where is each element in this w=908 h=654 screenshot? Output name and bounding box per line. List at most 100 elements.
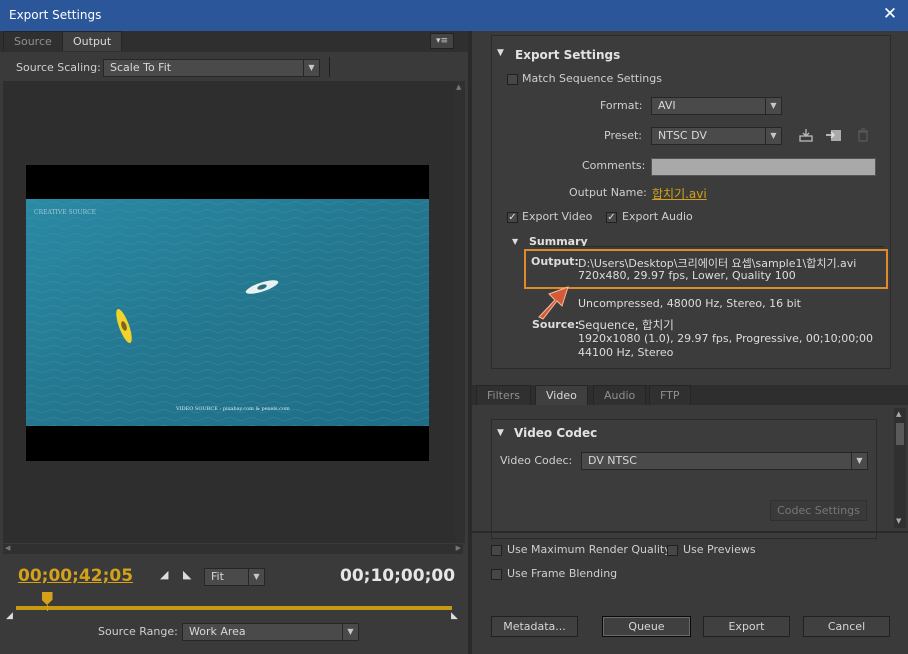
close-icon[interactable]: ✕ (880, 4, 900, 24)
toolbar-divider (329, 57, 330, 77)
scroll-up-icon[interactable]: ▲ (456, 83, 461, 91)
output-audio-summary: Uncompressed, 48000 Hz, Stereo, 16 bit (578, 297, 801, 310)
format-dropdown[interactable]: AVI ▼ (651, 97, 782, 115)
sea-ripples (26, 199, 429, 426)
video-credit: VIDEO SOURCE : pixabay.com & pexels.com (176, 406, 290, 412)
output-name-label: Output Name: (569, 186, 647, 199)
zoom-dropdown[interactable]: Fit ▼ (204, 568, 265, 586)
preview-vertical-scrollbar[interactable]: ▲ (455, 81, 465, 543)
summary-collapse-icon[interactable]: ▼ (512, 237, 518, 246)
comments-field[interactable] (651, 158, 876, 176)
set-out-point-icon[interactable]: ◣ (183, 568, 191, 581)
save-preset-icon[interactable] (798, 128, 814, 142)
preview-tabbar: Source Output ▾≡ (0, 31, 468, 52)
tab-output[interactable]: Output (62, 31, 123, 51)
video-codec-label: Video Codec: (500, 454, 573, 467)
tab-ftp[interactable]: FTP (649, 385, 691, 405)
in-point-marker-icon[interactable]: ◢ (6, 611, 13, 621)
preview-horizontal-scrollbar[interactable]: ◀ ▶ (3, 544, 463, 554)
format-value: AVI (658, 99, 676, 112)
source-scaling-value: Scale To Fit (110, 61, 172, 74)
options-divider (472, 531, 908, 533)
tab-source[interactable]: Source (3, 31, 63, 51)
playhead-handle[interactable] (41, 592, 53, 605)
preset-label: Preset: (604, 129, 643, 142)
chevron-down-icon: ▼ (303, 60, 319, 76)
out-point-marker-icon[interactable]: ◣ (451, 611, 458, 621)
frame-blending-label: Use Frame Blending (507, 567, 618, 580)
use-previews-label: Use Previews (683, 543, 756, 556)
export-audio-label: Export Audio (622, 210, 693, 223)
annotation-arrow-icon (538, 286, 569, 320)
summary-divider (534, 246, 884, 247)
source-video-summary: 1920x1080 (1.0), 29.97 fps, Progressive,… (578, 332, 874, 345)
panel-menu-icon[interactable]: ▾≡ (430, 33, 454, 49)
collapse-triangle-icon[interactable]: ▼ (497, 48, 504, 58)
chevron-down-icon: ▼ (248, 569, 264, 585)
video-codec-value: DV NTSC (588, 454, 637, 467)
max-render-quality-checkbox[interactable] (491, 545, 502, 556)
lower-tabbar: Filters Video Audio FTP (472, 385, 908, 405)
video-codec-dropdown[interactable]: DV NTSC ▼ (581, 452, 868, 470)
comments-label: Comments: (582, 159, 646, 172)
source-scaling-label: Source Scaling: (16, 61, 101, 74)
format-label: Format: (600, 99, 643, 112)
output-key: Output: (531, 255, 579, 268)
export-video-label: Export Video (522, 210, 593, 223)
match-sequence-checkbox[interactable] (507, 74, 518, 85)
queue-button[interactable]: Queue (602, 616, 691, 637)
video-codec-header: Video Codec (514, 426, 598, 440)
chevron-down-icon: ▼ (851, 453, 867, 469)
chevron-down-icon: ▼ (765, 98, 781, 114)
codec-settings-button[interactable]: Codec Settings (770, 500, 867, 521)
match-sequence-label: Match Sequence Settings (522, 72, 662, 85)
video-image-svg (26, 199, 429, 426)
set-in-point-icon[interactable]: ◢ (160, 568, 168, 581)
tab-filters[interactable]: Filters (476, 385, 531, 405)
chevron-down-icon: ▼ (342, 624, 358, 640)
export-audio-checkbox[interactable]: ✓ (606, 212, 617, 223)
chevron-down-icon: ▼ (765, 128, 781, 144)
export-button[interactable]: Export (703, 616, 790, 637)
video-codec-collapse-icon[interactable]: ▼ (497, 428, 504, 438)
scroll-down-icon[interactable]: ▼ (896, 517, 901, 525)
source-range-value: Work Area (189, 625, 246, 638)
use-previews-checkbox[interactable] (667, 545, 678, 556)
source-range-label: Source Range: (98, 625, 178, 638)
source-sequence: Sequence, 합치기 (578, 318, 674, 332)
video-frame: CREATIVE SOURCE VIDEO SOURCE : pixabay.c… (26, 165, 429, 461)
preset-value: NTSC DV (658, 129, 707, 142)
zoom-value: Fit (211, 570, 224, 583)
preview-pane: Source Output ▾≡ Source Scaling: Scale T… (0, 31, 468, 654)
playhead-line (46, 605, 48, 611)
max-render-quality-label: Use Maximum Render Quality (507, 543, 671, 556)
timeline-track[interactable] (16, 606, 452, 610)
scroll-up-icon[interactable]: ▲ (896, 410, 901, 418)
frame-blending-checkbox[interactable] (491, 569, 502, 580)
scroll-thumb[interactable] (896, 423, 904, 445)
scroll-right-icon[interactable]: ▶ (456, 544, 461, 552)
output-video-summary: 720x480, 29.97 fps, Lower, Quality 100 (578, 269, 796, 282)
tab-video[interactable]: Video (535, 385, 588, 405)
source-scaling-dropdown[interactable]: Scale To Fit ▼ (103, 59, 320, 77)
output-name-link[interactable]: 합치기.avi (652, 185, 707, 202)
export-settings-header: Export Settings (515, 48, 621, 62)
video-image: CREATIVE SOURCE VIDEO SOURCE : pixabay.c… (26, 199, 429, 426)
tab-audio[interactable]: Audio (593, 385, 647, 405)
metadata-button[interactable]: Metadata... (491, 616, 578, 637)
source-key: Source: (532, 318, 580, 331)
preset-dropdown[interactable]: NTSC DV ▼ (651, 127, 782, 145)
export-video-checkbox[interactable]: ✓ (507, 212, 518, 223)
video-watermark: CREATIVE SOURCE (34, 209, 97, 216)
source-audio-summary: 44100 Hz, Stereo (578, 346, 674, 359)
source-range-dropdown[interactable]: Work Area ▼ (182, 623, 359, 641)
settings-scrollbar[interactable]: ▲ ▼ (894, 408, 906, 528)
scroll-left-icon[interactable]: ◀ (5, 544, 10, 552)
current-timecode[interactable]: 00;00;42;05 (18, 566, 133, 586)
cancel-button[interactable]: Cancel (803, 616, 890, 637)
import-preset-icon[interactable] (825, 128, 843, 142)
title-bar: Export Settings ✕ (0, 0, 908, 31)
delete-preset-icon[interactable] (856, 128, 870, 142)
duration-timecode: 00;10;00;00 (340, 566, 456, 586)
window-title: Export Settings (9, 8, 102, 22)
